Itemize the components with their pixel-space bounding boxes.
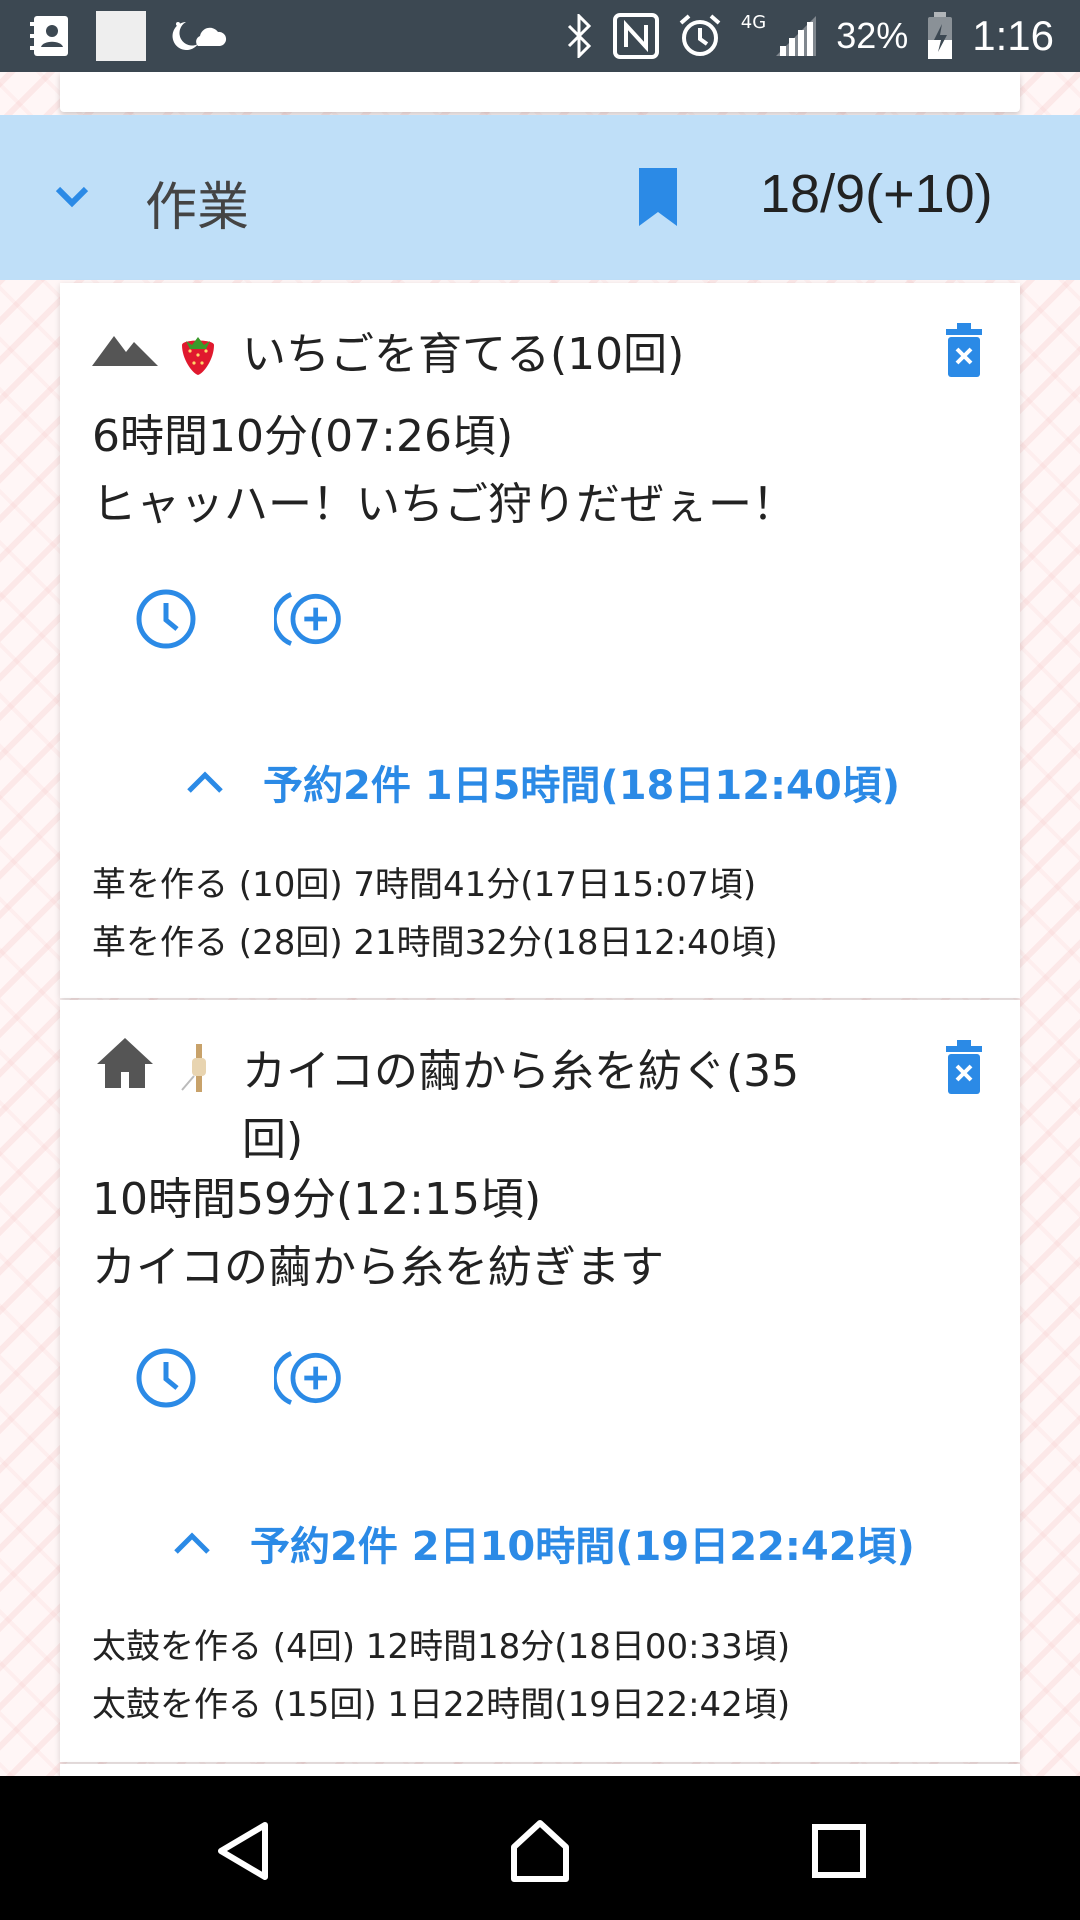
chevron-up-icon[interactable] bbox=[172, 1528, 212, 1558]
reservation-toggle[interactable]: 予約2件 2日10時間(19日22:42頃) bbox=[172, 1514, 915, 1572]
back-icon[interactable] bbox=[208, 1816, 278, 1886]
task-card: カイコの繭から糸を紡ぐ(35回) 10時間59分(12:15頃) カイコの繭から… bbox=[60, 1000, 1020, 1762]
clock: 1:16 bbox=[972, 12, 1054, 59]
alarm-icon bbox=[677, 13, 723, 59]
signal-icon bbox=[774, 14, 818, 58]
list-item: 革を作る (10回) 7時間41分(17日15:07頃) bbox=[92, 865, 757, 905]
reservation-list: 太鼓を作る (4回) 12時間18分(18日00:33頃) 太鼓を作る (15回… bbox=[92, 1618, 790, 1734]
task-duration: 6時間10分(07:26頃) bbox=[92, 411, 514, 462]
chevron-up-icon[interactable] bbox=[185, 767, 225, 797]
clock-icon[interactable] bbox=[130, 583, 202, 655]
list-item: 太鼓を作る (15回) 1日22時間(19日22:42頃) bbox=[92, 1685, 791, 1725]
bluetooth-icon bbox=[565, 14, 595, 58]
home-icon bbox=[90, 1038, 160, 1088]
reservation-summary: 予約2件 1日5時間(18日12:40頃) bbox=[263, 763, 900, 809]
reservation-summary: 予約2件 2日10時間(19日22:42頃) bbox=[250, 1524, 915, 1570]
strawberry-icon bbox=[168, 321, 228, 381]
section-title: 作業 bbox=[145, 178, 250, 238]
app-icon bbox=[96, 11, 146, 61]
chevron-down-icon[interactable] bbox=[50, 175, 94, 223]
recents-icon[interactable] bbox=[804, 1816, 874, 1886]
battery-percent: 32% bbox=[836, 15, 909, 56]
add-reservation-icon[interactable] bbox=[274, 1342, 346, 1414]
task-title: いちごを育てる(10回) bbox=[242, 329, 685, 380]
add-reservation-icon[interactable] bbox=[274, 583, 346, 655]
list-item: 太鼓を作る (4回) 12時間18分(18日00:33頃) bbox=[92, 1627, 791, 1667]
weather-night-icon bbox=[168, 16, 228, 56]
spindle-icon bbox=[168, 1038, 228, 1098]
task-card: いちごを育てる(10回) 6時間10分(07:26頃) ヒャッハー！いちご狩りだ… bbox=[60, 283, 1020, 998]
list-item: 革を作る (28回) 21時間32分(18日12:40頃) bbox=[92, 923, 778, 963]
battery-charging-icon bbox=[926, 12, 954, 60]
section-count: 18/9(+10) bbox=[760, 164, 993, 224]
section-header[interactable]: 作業 18/9(+10) bbox=[0, 115, 1080, 280]
home-button-icon[interactable] bbox=[505, 1816, 575, 1886]
nfc-icon bbox=[612, 13, 659, 59]
reservation-toggle[interactable]: 予約2件 1日5時間(18日12:40頃) bbox=[185, 753, 900, 811]
delete-icon[interactable] bbox=[942, 321, 986, 381]
contacts-icon bbox=[30, 14, 74, 58]
status-bar: 4G 32% 1:16 bbox=[0, 0, 1080, 72]
bookmark-icon[interactable] bbox=[635, 168, 681, 230]
network-type-badge: 4G bbox=[740, 11, 767, 33]
task-title: カイコの繭から糸を紡ぐ(35回) bbox=[242, 1046, 800, 1165]
mountain-icon bbox=[90, 321, 160, 371]
clock-icon[interactable] bbox=[130, 1342, 202, 1414]
reservation-list: 革を作る (10回) 7時間41分(17日15:07頃) 革を作る (28回) … bbox=[92, 856, 778, 972]
task-description: ヒャッハー！いちご狩りだぜぇー！ bbox=[92, 479, 796, 530]
delete-icon[interactable] bbox=[942, 1038, 986, 1098]
task-description: カイコの繭から糸を紡ぎます bbox=[92, 1242, 664, 1293]
previous-card bbox=[60, 72, 1020, 112]
task-duration: 10時間59分(12:15頃) bbox=[92, 1174, 542, 1225]
navigation-bar bbox=[0, 1776, 1080, 1920]
